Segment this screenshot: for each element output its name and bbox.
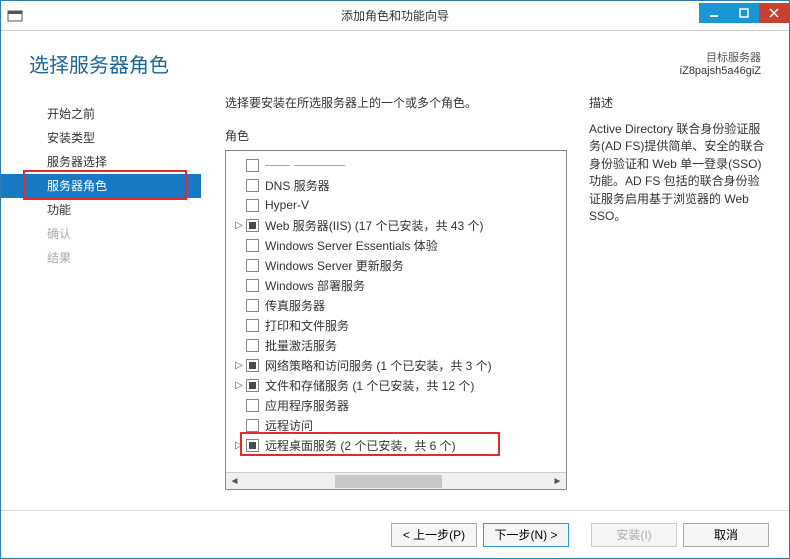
role-label: 文件和存储服务 (1 个已安装，共 12 个)	[265, 377, 474, 394]
role-label: 应用程序服务器	[265, 397, 349, 414]
scroll-left-arrow[interactable]: ◄	[226, 473, 243, 490]
prev-button[interactable]: < 上一步(P)	[391, 523, 477, 547]
role-label: 网络策略和访问服务 (1 个已安装，共 3 个)	[265, 357, 492, 374]
content-area: 选择服务器角色 目标服务器 iZ8pajsh5a46giZ 开始之前安装类型服务…	[1, 31, 789, 558]
role-row[interactable]: Windows Server 更新服务	[226, 255, 566, 275]
scrollbar-track[interactable]	[243, 473, 549, 490]
checkbox[interactable]	[246, 299, 259, 312]
role-row[interactable]: ▷ 网络策略和访问服务 (1 个已安装，共 3 个)	[226, 355, 566, 375]
role-row[interactable]: 应用程序服务器	[226, 395, 566, 415]
annotation-sidebar-highlight	[23, 170, 187, 200]
role-row[interactable]: 传真服务器	[226, 295, 566, 315]
sidebar-step-6: 结果	[1, 246, 201, 270]
role-row[interactable]: 批量激活服务	[226, 335, 566, 355]
checkbox[interactable]	[246, 359, 259, 372]
checkbox[interactable]	[246, 419, 259, 432]
role-label: Windows 部署服务	[265, 277, 365, 294]
role-label: 传真服务器	[265, 297, 325, 314]
role-label: 远程访问	[265, 417, 313, 434]
main-row: 开始之前安装类型服务器选择服务器角色功能确认结果 选择要安装在所选服务器上的一个…	[1, 94, 789, 510]
role-label: 远程桌面服务 (2 个已安装，共 6 个)	[265, 437, 456, 454]
roles-listbox[interactable]: ─── ────── DNS 服务器 Hyper-V ▷ Web 服务器(IIS) (…	[225, 150, 567, 490]
expander-icon[interactable]: ▷	[232, 220, 246, 231]
dest-value: iZ8pajsh5a46giZ	[680, 65, 761, 77]
dest-label: 目标服务器	[680, 49, 761, 65]
checkbox[interactable]	[246, 399, 259, 412]
role-row[interactable]: Windows 部署服务	[226, 275, 566, 295]
role-row[interactable]: Hyper-V	[226, 195, 566, 215]
window-title: 添加角色和功能向导	[341, 7, 449, 24]
role-row[interactable]: 远程访问	[226, 415, 566, 435]
expander-icon[interactable]: ▷	[232, 440, 246, 451]
install-button: 安装(I)	[591, 523, 677, 547]
header-area: 选择服务器角色 目标服务器 iZ8pajsh5a46giZ	[1, 31, 789, 78]
description-label: 描述	[589, 94, 769, 111]
role-row-truncated[interactable]: ─── ──────	[226, 155, 566, 175]
role-label-truncated: ─── ──────	[265, 158, 345, 172]
checkbox[interactable]	[246, 159, 259, 172]
role-row[interactable]: DNS 服务器	[226, 175, 566, 195]
role-label: 打印和文件服务	[265, 317, 349, 334]
role-label: Web 服务器(IIS) (17 个已安装，共 43 个)	[265, 217, 483, 234]
role-row[interactable]: ▷ Web 服务器(IIS) (17 个已安装，共 43 个)	[226, 215, 566, 235]
role-row[interactable]: Windows Server Essentials 体验	[226, 235, 566, 255]
checkbox[interactable]	[246, 339, 259, 352]
sidebar-step-4[interactable]: 功能	[1, 198, 201, 222]
role-label: Hyper-V	[265, 198, 309, 212]
instruction-text: 选择要安装在所选服务器上的一个或多个角色。	[225, 94, 567, 111]
app-icon	[1, 8, 29, 24]
role-row[interactable]: 打印和文件服务	[226, 315, 566, 335]
role-label: Windows Server Essentials 体验	[265, 237, 438, 254]
sidebar-step-0[interactable]: 开始之前	[1, 102, 201, 126]
window-controls	[699, 8, 789, 23]
checkbox[interactable]	[246, 259, 259, 272]
role-label: Windows Server 更新服务	[265, 257, 404, 274]
expander-icon[interactable]: ▷	[232, 380, 246, 391]
description-pane: 描述 Active Directory 联合身份验证服务(AD FS)提供简单、…	[579, 94, 789, 510]
wizard-footer: < 上一步(P) 下一步(N) > 安装(I) 取消	[1, 510, 789, 558]
wizard-window: 添加角色和功能向导 选择服务器角色 目标服务器 iZ8pajsh5a46giZ …	[0, 0, 790, 559]
horizontal-scrollbar[interactable]: ◄ ►	[226, 472, 566, 489]
expander-icon[interactable]: ▷	[232, 360, 246, 371]
checkbox[interactable]	[246, 379, 259, 392]
minimize-button[interactable]	[699, 3, 729, 23]
role-row[interactable]: ▷ 远程桌面服务 (2 个已安装，共 6 个)	[226, 435, 566, 455]
sidebar-step-1[interactable]: 安装类型	[1, 126, 201, 150]
checkbox[interactable]	[246, 179, 259, 192]
checkbox[interactable]	[246, 279, 259, 292]
description-text: Active Directory 联合身份验证服务(AD FS)提供简单、安全的…	[589, 121, 769, 225]
checkbox[interactable]	[246, 319, 259, 332]
roles-label: 角色	[225, 127, 567, 144]
sidebar-step-5: 确认	[1, 222, 201, 246]
maximize-button[interactable]	[729, 3, 759, 23]
titlebar: 添加角色和功能向导	[1, 1, 789, 31]
role-label: DNS 服务器	[265, 177, 330, 194]
checkbox[interactable]	[246, 199, 259, 212]
role-row[interactable]: ▷ 文件和存储服务 (1 个已安装，共 12 个)	[226, 375, 566, 395]
destination-info: 目标服务器 iZ8pajsh5a46giZ	[680, 49, 761, 77]
center-pane: 选择要安装在所选服务器上的一个或多个角色。 角色 ─── ────── DNS …	[201, 94, 579, 510]
role-label: 批量激活服务	[265, 337, 337, 354]
page-title: 选择服务器角色	[29, 49, 169, 78]
close-button[interactable]	[759, 3, 789, 23]
scroll-right-arrow[interactable]: ►	[549, 473, 566, 490]
cancel-button[interactable]: 取消	[683, 523, 769, 547]
wizard-steps-sidebar: 开始之前安装类型服务器选择服务器角色功能确认结果	[1, 94, 201, 510]
scrollbar-thumb[interactable]	[335, 475, 442, 488]
checkbox[interactable]	[246, 439, 259, 452]
checkbox[interactable]	[246, 239, 259, 252]
next-button[interactable]: 下一步(N) >	[483, 523, 569, 547]
checkbox[interactable]	[246, 219, 259, 232]
